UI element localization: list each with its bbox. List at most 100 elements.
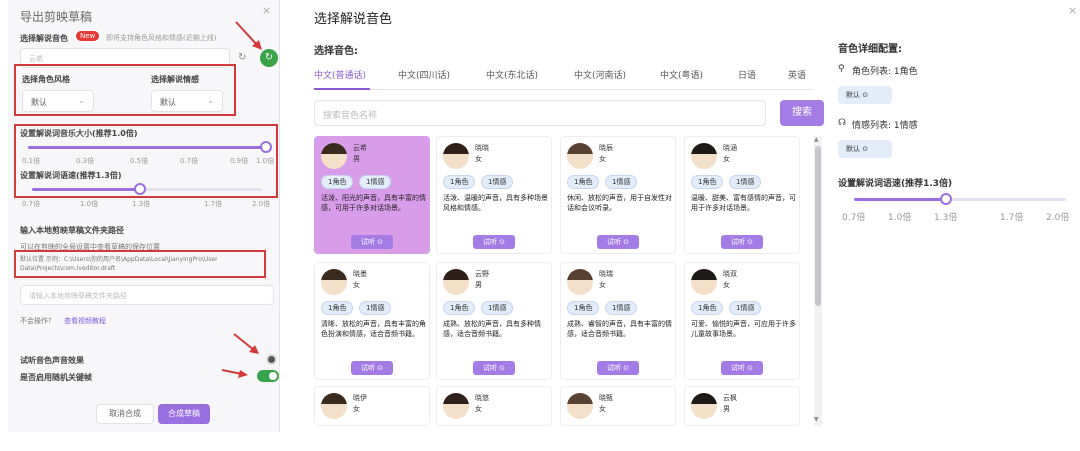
voice-hint: 即将支持角色风格和情感(近期上线) — [106, 34, 217, 42]
avatar — [443, 393, 469, 419]
emotion-tag: 1情感 — [359, 301, 392, 315]
voice-name: 云希 — [353, 144, 367, 152]
voice-name: 晓晓 — [475, 144, 489, 152]
voice-name: 晓墨 — [353, 270, 367, 278]
voice-card[interactable]: 晓涵女 1角色 1情感 温暖、甜美、富有感情的声音，可用于许多对话场景。 试听 ⊙ — [684, 136, 800, 254]
emotion-select-value: 默认 — [160, 98, 176, 107]
avatar — [691, 393, 717, 419]
new-badge: New — [76, 31, 100, 41]
avatar-hair — [691, 269, 717, 280]
cancel-button[interactable]: 取消合成 — [96, 404, 154, 424]
avatar-hair — [691, 393, 717, 404]
style-select[interactable]: 默认 ⌄ — [22, 90, 94, 112]
compose-draft-button[interactable]: 合成草稿 — [158, 404, 210, 424]
preview-radio[interactable] — [266, 354, 277, 365]
voice-card[interactable]: 云希男 1角色 1情感 活泼、阳光的声音，具有丰富的情感，可用于许多对话场景。 试听 ⊙ — [314, 136, 430, 254]
volume-tick: 0.3倍 — [76, 157, 95, 165]
avatar-hair — [443, 143, 469, 154]
voice-card[interactable]: 晓双女 1角色 1情感 可爱、愉悦的声音，可应用于许多儿童故事场景。 试听 ⊙ — [684, 262, 800, 380]
tab-english[interactable]: 英语 — [788, 68, 806, 81]
speed-tick: 1.0倍 — [80, 200, 99, 208]
speed-tick: 1.7倍 — [204, 200, 223, 208]
role-tag: 1角色 — [691, 425, 723, 426]
tab-japanese[interactable]: 日语 — [738, 68, 756, 81]
scroll-thumb[interactable] — [815, 146, 821, 306]
tab-henan[interactable]: 中文(河南话) — [574, 68, 626, 81]
listen-button[interactable]: 试听 ⊙ — [597, 361, 639, 375]
avatar — [321, 143, 347, 169]
voice-card[interactable]: 晓伊女 1角色 1情感 — [314, 386, 430, 426]
avatar-hair — [443, 269, 469, 280]
avatar — [321, 393, 347, 419]
listen-button[interactable]: 试听 ⊙ — [597, 235, 639, 249]
avatar — [567, 143, 593, 169]
voice-label: 选择解说音色 — [20, 34, 68, 43]
voice-name: 晓甄 — [599, 394, 613, 402]
emotion-default-select[interactable]: 默认 ⊙ — [838, 140, 892, 158]
voice-gender: 男 — [353, 155, 360, 163]
avatar-hair — [567, 269, 593, 280]
tab-sichuan[interactable]: 中文(四川话) — [398, 68, 450, 81]
role-default-select[interactable]: 默认 ⊙ — [838, 86, 892, 104]
detail-speed-tick: 0.7倍 — [842, 213, 866, 223]
listen-button[interactable]: 试听 ⊙ — [351, 361, 393, 375]
voice-card[interactable]: 晓瑞女 1角色 1情感 成熟、睿智的声音，具有丰富的情感，适合音频书籍。 试听 ⊙ — [560, 262, 676, 380]
card-scrollbar[interactable]: ▲ ▼ — [814, 136, 822, 426]
voice-search-input[interactable]: 搜索音色名称 — [314, 100, 766, 126]
tab-mandarin[interactable]: 中文(普通话) — [314, 68, 366, 81]
path-input[interactable]: 请输入本地剪映草稿文件夹路径 — [20, 285, 274, 305]
voice-card[interactable]: 晓晓女 1角色 1情感 活泼、温暖的声音，具有多种场景风格和情感。 试听 ⊙ — [436, 136, 552, 254]
voice-card[interactable]: 晓辰女 1角色 1情感 休闲、放松的声音，用于自发性对话和会议听录。 试听 ⊙ — [560, 136, 676, 254]
voice-card[interactable]: 晓甄女 1角色 1情感 — [560, 386, 676, 426]
voice-gender: 女 — [599, 281, 606, 289]
voice-description: 可爱、愉悦的声音，可应用于许多儿童故事场景。 — [691, 320, 796, 338]
emotion-tag: 1情感 — [605, 301, 638, 315]
tab-cantonese[interactable]: 中文(粤语) — [660, 68, 703, 81]
volume-tick: 0.1倍 — [22, 157, 41, 165]
emotion-select[interactable]: 默认 ⌄ — [151, 90, 223, 112]
voice-description: 成熟、放松的声音，具有多种情感，适合音频书籍。 — [443, 320, 541, 338]
scroll-up-icon[interactable]: ▲ — [814, 136, 819, 143]
close-icon[interactable]: × — [1068, 4, 1077, 17]
detail-speed-thumb[interactable] — [940, 193, 952, 205]
avatar — [321, 269, 347, 295]
listen-button[interactable]: 试听 ⊙ — [473, 361, 515, 375]
role-list-icon: ⚲ — [838, 64, 845, 74]
voice-name: 晓辰 — [599, 144, 613, 152]
avatar — [691, 269, 717, 295]
avatar-hair — [567, 393, 593, 404]
refresh-icon[interactable]: ↻ — [238, 52, 246, 63]
voice-card[interactable]: 晓墨女 1角色 1情感 清晰、放松的声音，具有丰富的角色扮演和情感，适合音频书籍。 试听… — [314, 262, 430, 380]
search-button[interactable]: 搜索 — [780, 100, 824, 126]
listen-button[interactable]: 试听 ⊙ — [721, 361, 763, 375]
voice-name: 晓双 — [723, 270, 737, 278]
avatar-hair — [321, 143, 347, 154]
voice-name: 晓悠 — [475, 394, 489, 402]
detail-speed-label: 设置解说词语速(推荐1.3倍) — [838, 179, 953, 189]
tab-underline — [314, 88, 370, 90]
emotion-tag: 1情感 — [481, 425, 513, 426]
voice-card[interactable]: 云野男 1角色 1情感 成熟、放松的声音，具有多种情感，适合音频书籍。 试听 ⊙ — [436, 262, 552, 380]
voice-card[interactable]: 晓悠女 1角色 1情感 — [436, 386, 552, 426]
help-question: 不会操作? — [20, 317, 52, 325]
voice-gender: 女 — [723, 281, 730, 289]
close-icon[interactable]: × — [262, 4, 271, 17]
tab-dongbei[interactable]: 中文(东北话) — [486, 68, 538, 81]
voice-card[interactable]: 云枫男 1角色 1情感 — [684, 386, 800, 426]
listen-button[interactable]: 试听 ⊙ — [351, 235, 393, 249]
role-tag: 1角色 — [321, 175, 354, 189]
language-tabs: 中文(普通话) 中文(四川话) 中文(东北话) 中文(河南话) 中文(粤语) 日… — [314, 66, 814, 90]
speed-tick: 0.7倍 — [22, 200, 41, 208]
voice-gender: 女 — [475, 405, 482, 413]
annotation-arrow-icon — [221, 369, 248, 378]
voice-description: 休闲、放松的声音，用于自发性对话和会议听录。 — [567, 194, 672, 212]
help-video-link[interactable]: 查看视频教程 — [64, 316, 106, 326]
speed-slider-thumb[interactable] — [134, 183, 146, 195]
detail-config-title: 音色详细配置: — [838, 44, 902, 55]
preview-label: 试听音色声音效果 — [20, 356, 84, 365]
listen-button[interactable]: 试听 ⊙ — [473, 235, 515, 249]
scroll-down-icon[interactable]: ▼ — [814, 416, 819, 423]
random-keyframe-toggle[interactable] — [257, 370, 279, 382]
listen-button[interactable]: 试听 ⊙ — [721, 235, 763, 249]
volume-slider-thumb[interactable] — [260, 141, 272, 153]
